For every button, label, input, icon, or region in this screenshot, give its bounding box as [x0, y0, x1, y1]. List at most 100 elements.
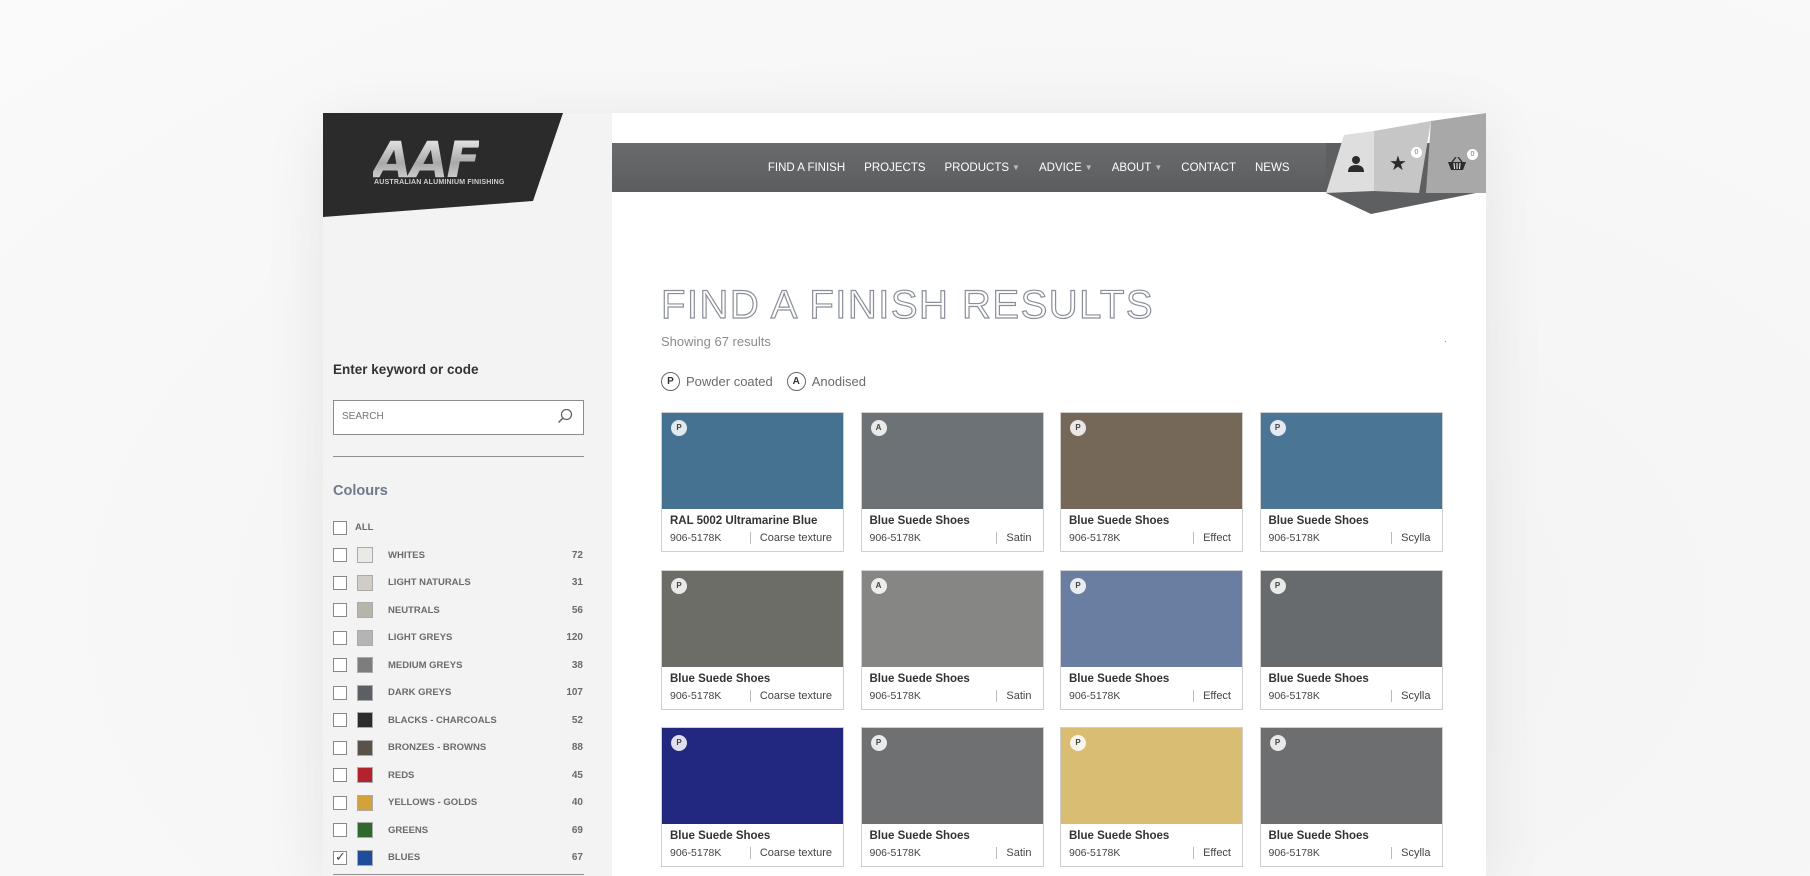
finish-card[interactable]: P Blue Suede Shoes 906-5178K Satin	[860, 727, 1044, 867]
colour-filter-count: 56	[571, 604, 583, 616]
colour-filter-row[interactable]: ALL	[333, 514, 583, 542]
finish-card[interactable]: P Blue Suede Shoes 906-5178K Scylla	[1259, 727, 1443, 867]
finish-code: 906-5178K	[1268, 689, 1320, 702]
finish-card[interactable]: A Blue Suede Shoes 906-5178K Satin	[860, 412, 1044, 552]
powder-coated-label: Powder coated	[686, 374, 773, 389]
finish-code: 906-5178K	[869, 689, 921, 702]
search-input[interactable]	[334, 401, 550, 432]
colour-checkbox[interactable]	[333, 575, 347, 590]
colour-filter-label: BLUES	[388, 852, 421, 864]
colour-filter-row[interactable]: DARK GREYS 107	[333, 679, 583, 707]
finish-swatch	[1260, 570, 1442, 667]
colour-checkbox[interactable]	[333, 713, 347, 728]
colour-filter-row[interactable]: LIGHT GREYS 120	[333, 624, 583, 652]
colour-swatch	[357, 629, 373, 646]
finish-name: Blue Suede Shoes	[1268, 830, 1369, 842]
colour-filter-row[interactable]: NEUTRALS 56	[333, 597, 583, 625]
finish-card[interactable]: P Blue Suede Shoes 906-5178K Coarse texture	[661, 727, 844, 867]
finish-card[interactable]: P Blue Suede Shoes 906-5178K Coarse texture	[661, 569, 844, 710]
nav-item-find-a-finish[interactable]: FIND A FINISH	[758, 162, 854, 174]
colour-filter-label: LIGHT GREYS	[388, 632, 453, 644]
colour-swatch	[357, 822, 373, 839]
finish-type-badge-icon: P	[1070, 420, 1086, 436]
colour-checkbox[interactable]	[333, 658, 347, 673]
finish-texture: Effect	[1193, 847, 1231, 859]
finish-swatch	[1061, 570, 1242, 667]
finish-card[interactable]: P Blue Suede Shoes 906-5178K Effect	[1060, 727, 1243, 867]
colour-filter-row[interactable]: YELLOWS - GOLDS 40	[333, 789, 583, 817]
nav-item-label: FIND A FINISH	[767, 161, 846, 174]
colour-swatch	[357, 657, 373, 674]
finish-card[interactable]: P Blue Suede Shoes 906-5178K Scylla	[1259, 412, 1443, 552]
colour-checkbox[interactable]	[333, 740, 347, 755]
nav-item-products[interactable]: PRODUCTS ▼	[935, 162, 1029, 174]
chevron-down-icon: ▼	[1154, 163, 1163, 172]
finish-name: Blue Suede Shoes	[1069, 515, 1170, 527]
finish-code: 906-5178K	[670, 847, 722, 859]
nav-item-about[interactable]: ABOUT ▼	[1102, 162, 1172, 174]
finish-code: 906-5178K	[1268, 847, 1320, 859]
finish-code: 906-5178K	[869, 532, 921, 544]
colour-filter-row[interactable]: REDS 45	[333, 762, 583, 790]
colour-checkbox[interactable]	[333, 685, 347, 700]
colour-filter-count: 120	[566, 632, 583, 644]
finish-name: Blue Suede Shoes	[869, 672, 970, 685]
search-icon[interactable]	[557, 408, 573, 424]
nav-item-advice[interactable]: ADVICE ▼	[1029, 162, 1102, 174]
finish-texture: Coarse texture	[749, 689, 832, 702]
nav-item-label: ABOUT	[1111, 161, 1152, 174]
search-field[interactable]	[333, 400, 584, 435]
colour-filter-count: 31	[571, 577, 583, 589]
finish-card[interactable]: P Blue Suede Shoes 906-5178K Scylla	[1259, 569, 1443, 710]
filter-sidebar: Enter keyword or code Colours ALL WHITES 7…	[323, 113, 612, 876]
chevron-down-icon: ▼	[1012, 163, 1020, 172]
finish-swatch	[662, 728, 843, 824]
nav-item-news[interactable]: NEWS	[1246, 162, 1300, 174]
colour-filter-row[interactable]: BLACKS - CHARCOALS 52	[333, 707, 583, 735]
colour-filter-row[interactable]: BLUES 67	[333, 844, 583, 872]
nav-item-label: NEWS	[1255, 161, 1290, 174]
finish-swatch	[861, 728, 1043, 824]
finish-name: Blue Suede Shoes	[1069, 672, 1170, 685]
colour-filter-count: 40	[571, 797, 583, 809]
colour-filter-label: GREENS	[388, 824, 429, 836]
finish-texture: Effect	[1193, 532, 1231, 544]
finish-type-badge-icon: P	[671, 577, 687, 594]
basket-icon[interactable]	[1447, 157, 1467, 171]
finish-type-badge-icon: A	[870, 420, 887, 436]
colour-swatch	[357, 849, 373, 866]
site-logo[interactable]: AAF AUSTRALIAN ALUMINIUM FINISHING	[323, 113, 563, 217]
colour-checkbox[interactable]	[333, 630, 347, 645]
colour-checkbox[interactable]	[333, 548, 347, 563]
colour-checkbox[interactable]	[333, 603, 347, 618]
colour-filter-row[interactable]: MEDIUM GREYS 38	[333, 652, 583, 680]
colour-filter-row[interactable]: LIGHT NATURALS 31	[333, 569, 583, 597]
finish-card[interactable]: A Blue Suede Shoes 906-5178K Satin	[860, 569, 1044, 710]
colour-swatch	[357, 794, 373, 811]
colour-filter-row[interactable]: BRONZES - BROWNS 88	[333, 734, 583, 762]
finish-swatch	[1061, 728, 1242, 824]
anodised-label: Anodised	[811, 374, 866, 389]
colour-filter-count: 67	[571, 852, 583, 864]
colour-swatch	[357, 712, 373, 729]
colour-filter-label: DARK GREYS	[388, 687, 452, 699]
finish-card[interactable]: P Blue Suede Shoes 906-5178K Effect	[1060, 412, 1243, 552]
nav-item-contact[interactable]: CONTACT	[1172, 162, 1246, 174]
nav-item-label: ADVICE	[1038, 161, 1082, 174]
colour-checkbox[interactable]	[333, 849, 347, 865]
colour-checkbox[interactable]	[333, 823, 347, 838]
finish-name: Blue Suede Shoes	[869, 515, 970, 527]
colour-filter-row[interactable]: WHITES 72	[333, 542, 583, 570]
chevron-down-icon: ▼	[1084, 163, 1093, 172]
finish-card[interactable]: P Blue Suede Shoes 906-5178K Effect	[1060, 569, 1243, 710]
colour-filter-list: ALL WHITES 72 LIGHT NATURALS 31 NEUTRALS 56 LIG…	[333, 514, 583, 872]
colour-checkbox[interactable]	[333, 795, 347, 810]
finish-swatch	[1061, 413, 1242, 509]
finish-card[interactable]: P RAL 5002 Ultramarine Blue 906-5178K Coars…	[661, 412, 844, 552]
colour-checkbox[interactable]	[333, 520, 347, 535]
nav-item-projects[interactable]: PROJECTS	[855, 162, 935, 174]
colour-checkbox[interactable]	[333, 768, 347, 783]
colour-filter-row[interactable]: GREENS 69	[333, 817, 583, 845]
star-icon[interactable]: ★	[1389, 151, 1407, 176]
user-icon[interactable]	[1347, 155, 1365, 173]
